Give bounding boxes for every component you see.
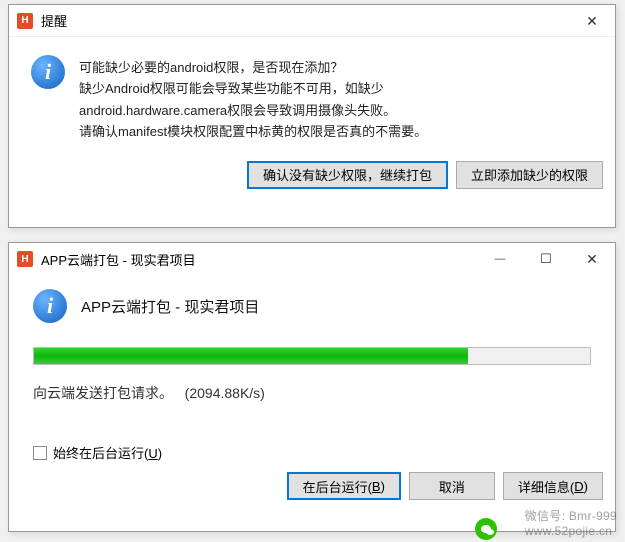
dialog-title: APP云端打包 - 现实君项目: [41, 250, 477, 269]
checkbox-label: 始终在后台运行(U): [53, 443, 162, 462]
details-button[interactable]: 详细信息(D): [503, 472, 603, 500]
progress-header: i APP云端打包 - 现实君项目: [31, 275, 593, 341]
maximize-icon[interactable]: ☐: [523, 243, 569, 275]
button-row: 在后台运行(B) 取消 详细信息(D): [9, 462, 615, 512]
run-background-button[interactable]: 在后台运行(B): [287, 472, 401, 500]
wechat-icon: [475, 518, 497, 540]
window-controls: ✕: [569, 5, 615, 36]
progress-heading: APP云端打包 - 现实君项目: [81, 296, 259, 317]
info-icon: i: [31, 55, 65, 89]
dialog-title: 提醒: [41, 11, 569, 30]
message-line: 可能缺少必要的android权限，是否现在添加？: [79, 57, 601, 78]
reminder-dialog: H 提醒 ✕ i 可能缺少必要的android权限，是否现在添加？ 缺少Andr…: [8, 4, 616, 228]
titlebar: H 提醒 ✕: [9, 5, 615, 37]
message-body: i 可能缺少必要的android权限，是否现在添加？ 缺少Android权限可能…: [9, 37, 615, 151]
message-line: 缺少Android权限可能会导致某些功能不可用，如缺少: [79, 78, 601, 99]
info-icon-wrap: i: [31, 55, 79, 143]
message-line: 请确认manifest模块权限配置中标黄的权限是否真的不需要。: [79, 121, 601, 142]
cloud-build-dialog: H APP云端打包 - 现实君项目 — ☐ ✕ i APP云端打包 - 现实君项…: [8, 242, 616, 532]
confirm-continue-button[interactable]: 确认没有缺少权限，继续打包: [247, 161, 448, 189]
message-line: android.hardware.camera权限会导致调用摄像头失败。: [79, 100, 601, 121]
app-icon: H: [17, 251, 33, 267]
checkbox-icon[interactable]: [33, 446, 47, 460]
status-line: 向云端发送打包请求。 (2094.88K/s): [33, 383, 591, 403]
always-background-checkbox-row[interactable]: 始终在后台运行(U): [33, 443, 593, 462]
app-icon: H: [17, 13, 33, 29]
button-row: 确认没有缺少权限，继续打包 立即添加缺少的权限: [9, 151, 615, 201]
cancel-button[interactable]: 取消: [409, 472, 495, 500]
add-permissions-button[interactable]: 立即添加缺少的权限: [456, 161, 603, 189]
progress-bar: [33, 347, 591, 365]
message-lines: 可能缺少必要的android权限，是否现在添加？ 缺少Android权限可能会导…: [79, 55, 601, 143]
minimize-icon[interactable]: —: [477, 243, 523, 275]
info-icon: i: [33, 289, 67, 323]
close-icon[interactable]: ✕: [569, 243, 615, 275]
window-controls: — ☐ ✕: [477, 243, 615, 275]
speed-text: (2094.88K/s): [185, 385, 265, 401]
status-text: 向云端发送打包请求。: [33, 385, 173, 401]
progress-body: i APP云端打包 - 现实君项目 向云端发送打包请求。 (2094.88K/s…: [9, 275, 615, 462]
close-icon[interactable]: ✕: [569, 5, 615, 37]
titlebar: H APP云端打包 - 现实君项目 — ☐ ✕: [9, 243, 615, 275]
progress-fill: [34, 348, 468, 364]
